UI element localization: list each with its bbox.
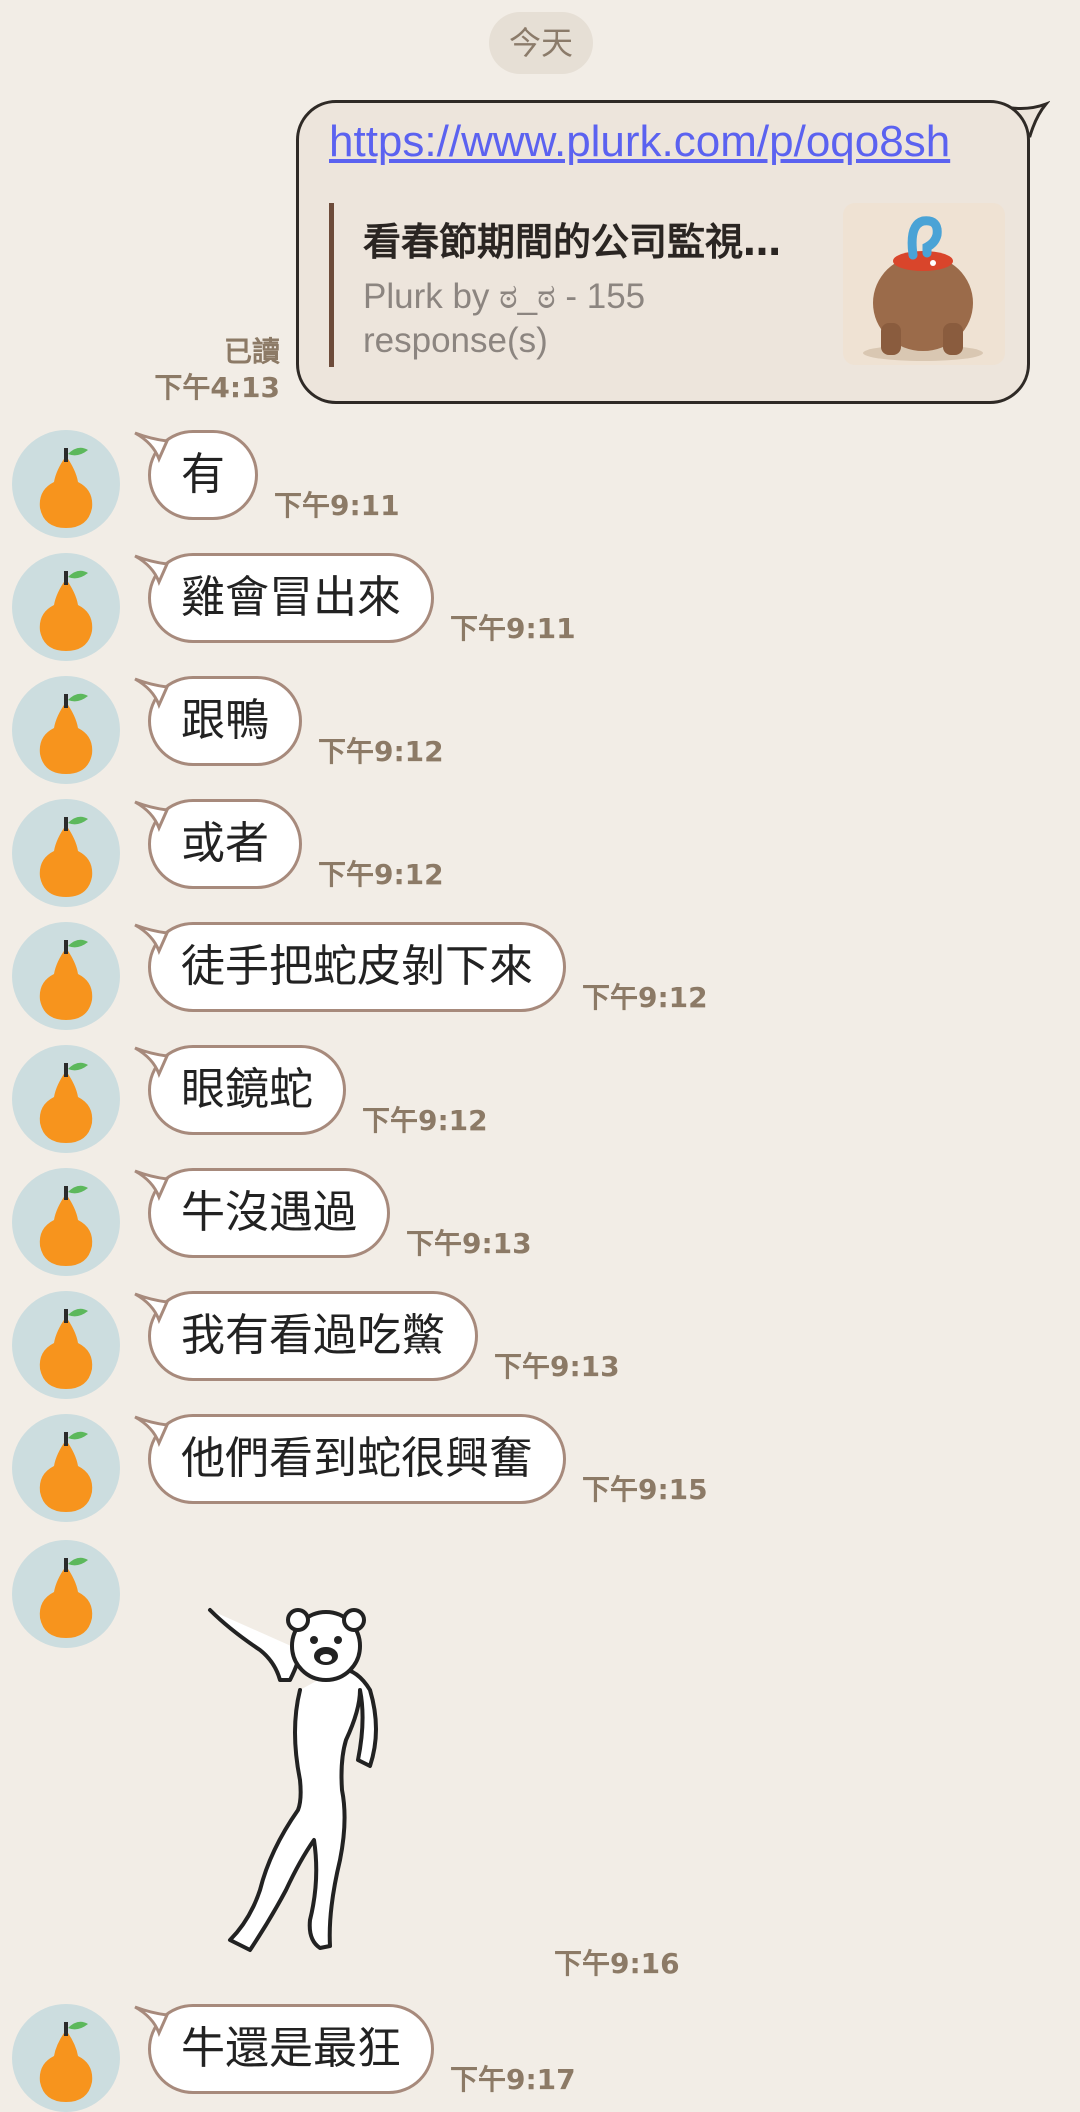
pear-icon: [39, 1557, 93, 1638]
message-timestamp: 下午9:11: [450, 612, 576, 645]
pear-icon: [39, 1431, 93, 1512]
message-row: 牛還是最狂 下午9:17: [0, 2004, 1080, 2112]
message-row: 跟鴨下午9:12: [0, 676, 1080, 786]
message-timestamp: 下午9:11: [274, 489, 400, 522]
bubble-tail: [134, 1415, 169, 1447]
message-row: 雞會冒出來下午9:11: [0, 553, 1080, 663]
bubble-tail: [134, 1292, 169, 1324]
message-bubble[interactable]: 我有看過吃鱉: [134, 1291, 478, 1381]
message-bubble[interactable]: 他們看到蛇很興奮: [134, 1414, 566, 1504]
outgoing-link-bubble[interactable]: https://www.plurk.com/p/oqo8sh 看春節期間的公司監…: [296, 100, 1030, 404]
pear-icon: [39, 447, 93, 528]
avatar[interactable]: [12, 1414, 120, 1522]
message-bubble[interactable]: 有: [134, 430, 258, 520]
date-divider: 今天: [489, 12, 593, 74]
message-text: 或者: [181, 818, 269, 869]
link-preview-thumbnail[interactable]: [843, 203, 1005, 365]
message-timestamp: 下午9:17: [450, 2063, 576, 2096]
pear-icon: [39, 816, 93, 897]
bubble-tail: [134, 923, 169, 955]
bubble-tail: [134, 800, 169, 832]
pear-icon: [39, 1308, 93, 1389]
message-timestamp: 下午9:13: [494, 1350, 620, 1383]
message-timestamp: 下午9:13: [406, 1227, 532, 1260]
pear-icon: [39, 1062, 93, 1143]
message-row: 我有看過吃鱉下午9:13: [0, 1291, 1080, 1401]
message-timestamp: 下午9:15: [582, 1473, 708, 1506]
message-bubble[interactable]: 或者: [134, 799, 302, 889]
message-text: 跟鴨: [181, 695, 269, 746]
avatar[interactable]: [12, 676, 120, 784]
bubble-tail: [134, 1169, 169, 1201]
read-status: 已讀: [223, 335, 280, 368]
pear-icon: [39, 1185, 93, 1266]
message-row: 牛沒遇過下午9:13: [0, 1168, 1080, 1278]
message-bubble[interactable]: 徒手把蛇皮剝下來: [134, 922, 566, 1012]
avatar[interactable]: [12, 430, 120, 538]
message-bubble[interactable]: 牛沒遇過: [134, 1168, 390, 1258]
message-text: 我有看過吃鱉: [181, 1310, 445, 1361]
message-row: 有下午9:11: [0, 430, 1080, 540]
avatar[interactable]: [12, 799, 120, 907]
message-timestamp: 下午9:12: [318, 858, 444, 891]
preview-accent-bar: [329, 203, 334, 367]
bubble-tail: [134, 431, 169, 463]
sticker-timestamp: 下午9:16: [554, 1947, 680, 1980]
message-bubble[interactable]: 雞會冒出來: [134, 553, 434, 643]
avatar[interactable]: [12, 922, 120, 1030]
message-bubble[interactable]: 牛還是最狂: [134, 2004, 434, 2094]
message-timestamp: 下午9:12: [318, 735, 444, 768]
dancing-bear-sticker[interactable]: [190, 1590, 450, 1970]
message-timestamp: 下午9:12: [582, 981, 708, 1014]
shared-link[interactable]: https://www.plurk.com/p/oqo8sh: [329, 117, 950, 167]
message-text: 雞會冒出來: [181, 572, 401, 623]
message-text: 牛沒遇過: [181, 1187, 357, 1238]
bubble-tail: [134, 677, 169, 709]
chat-view[interactable]: 今天 已讀 下午4:13 https://www.plurk.com/p/oqo…: [0, 0, 1080, 2112]
message-text: 眼鏡蛇: [181, 1064, 313, 1115]
message-timestamp: 下午9:12: [362, 1104, 488, 1137]
message-text: 牛還是最狂: [181, 2023, 401, 2074]
avatar[interactable]: [12, 2004, 120, 2112]
avatar[interactable]: [12, 1540, 120, 1648]
avatar[interactable]: [12, 1045, 120, 1153]
link-preview-title[interactable]: 看春節期間的公司監視…: [363, 211, 781, 266]
avatar[interactable]: [12, 1291, 120, 1399]
message-bubble[interactable]: 跟鴨: [134, 676, 302, 766]
message-text: 徒手把蛇皮剝下來: [181, 941, 533, 992]
message-row: 徒手把蛇皮剝下來下午9:12: [0, 922, 1080, 1032]
message-text: 有: [181, 449, 225, 500]
pear-icon: [39, 693, 93, 774]
outgoing-timestamp: 下午4:13: [154, 371, 280, 404]
bubble-tail: [134, 554, 169, 586]
message-row: 或者下午9:12: [0, 799, 1080, 909]
bubble-tail: [134, 1046, 169, 1078]
message-row: 他們看到蛇很興奮下午9:15: [0, 1414, 1080, 1524]
message-row: 眼鏡蛇下午9:12: [0, 1045, 1080, 1155]
pear-icon: [39, 939, 93, 1020]
avatar[interactable]: [12, 1168, 120, 1276]
pear-icon: [39, 2021, 93, 2102]
avatar[interactable]: [12, 553, 120, 661]
message-bubble[interactable]: 眼鏡蛇: [134, 1045, 346, 1135]
message-text: 他們看到蛇很興奮: [181, 1433, 533, 1484]
pear-icon: [39, 570, 93, 651]
sticker-row: [0, 1540, 1080, 1650]
link-preview-description: Plurk by ಠ_ಠ - 155 response(s): [363, 277, 646, 360]
